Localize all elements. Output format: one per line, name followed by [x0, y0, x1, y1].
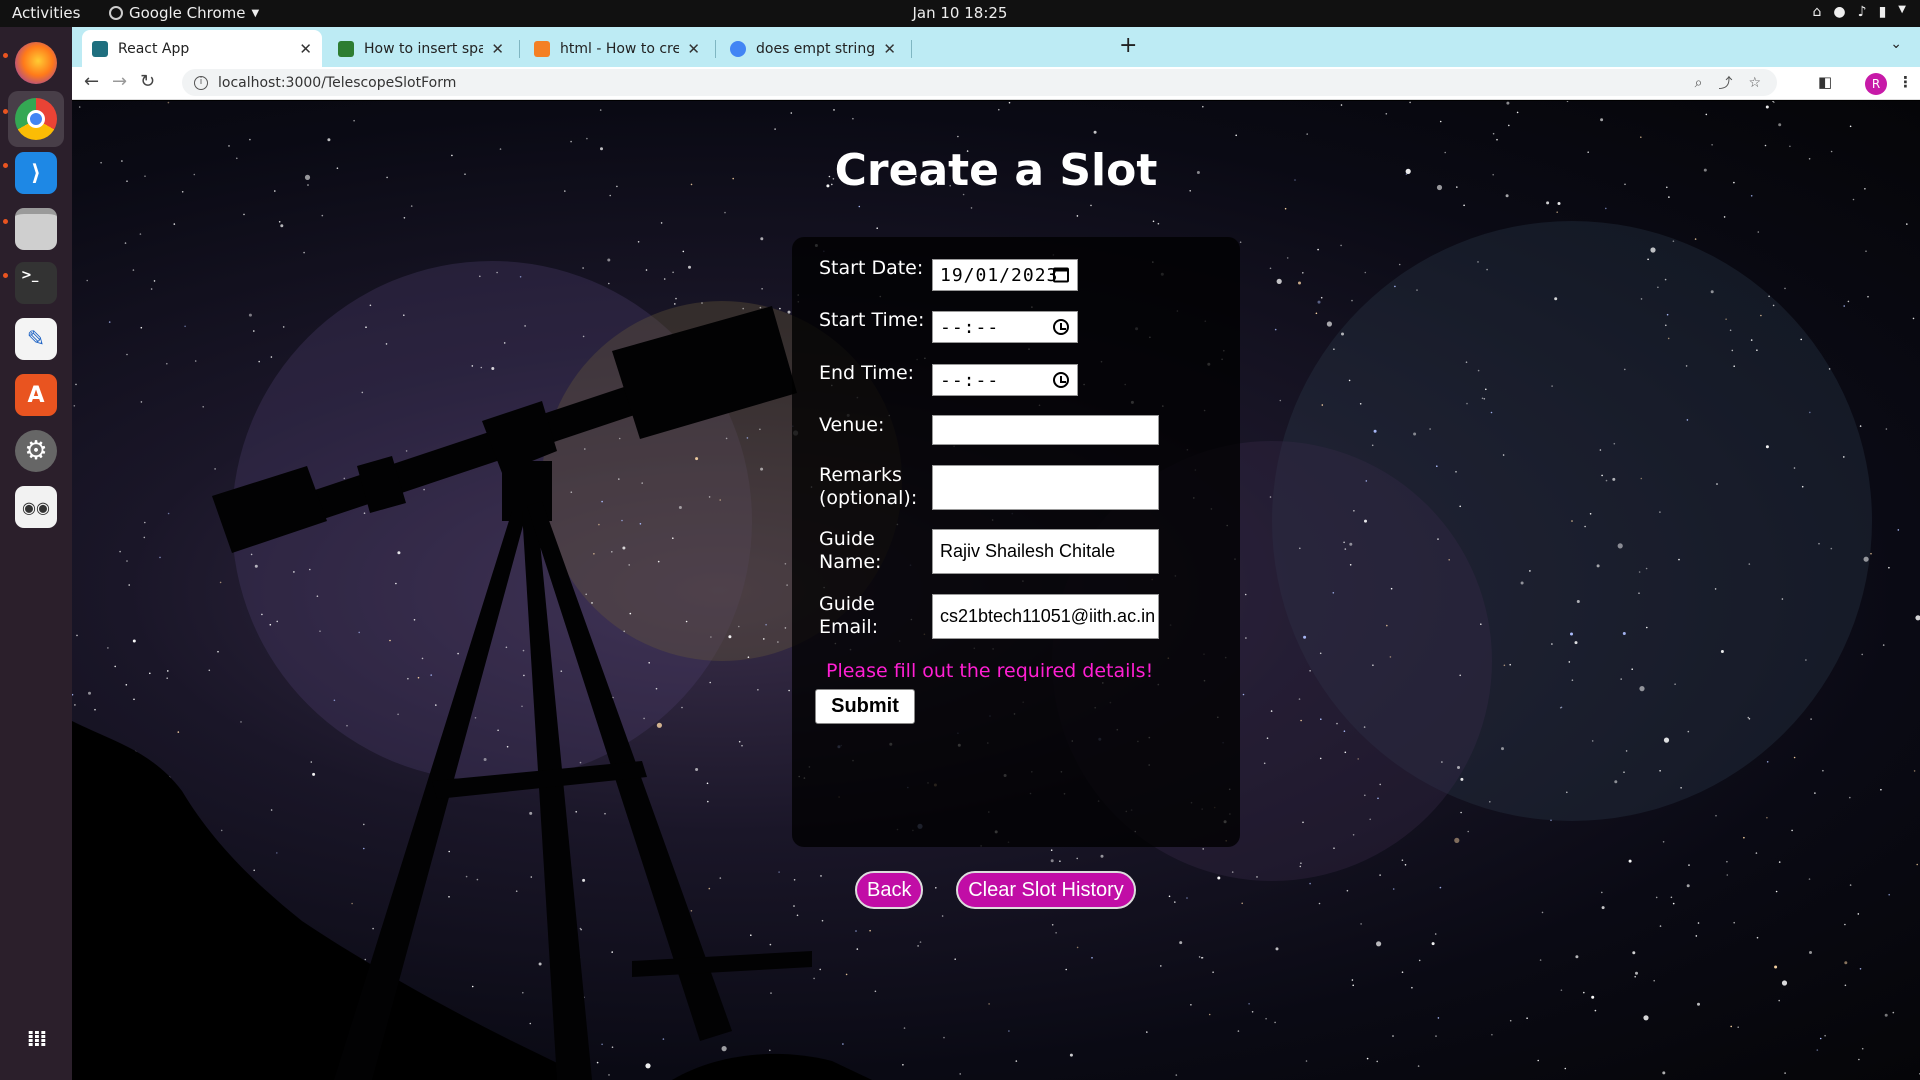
- profile-avatar[interactable]: R: [1865, 73, 1887, 95]
- back-button[interactable]: Back: [855, 871, 923, 909]
- software-center-launcher[interactable]: A: [8, 367, 64, 423]
- guide-name-input[interactable]: Rajiv Shailesh Chitale: [932, 529, 1159, 574]
- venue-input[interactable]: [932, 415, 1159, 445]
- guide-email-value: cs21btech11051@iith.ac.in: [940, 606, 1156, 626]
- close-icon[interactable]: ✕: [883, 40, 896, 58]
- tab-separator: [911, 40, 912, 58]
- system-tray[interactable]: ⌂ ● ♪ ▮ ▼: [1813, 4, 1906, 20]
- settings-icon: ⚙: [15, 430, 57, 472]
- app-menu[interactable]: Google Chrome ▼: [109, 4, 259, 22]
- tab-google-search[interactable]: does empt string act as nu ✕: [720, 30, 906, 67]
- tab-strip: React App ✕ How to insert spaces/tab ✕ h…: [72, 27, 1920, 67]
- app-name: Google Chrome: [129, 4, 246, 22]
- start-date-input[interactable]: 19/01/2023: [932, 259, 1078, 291]
- activities-button[interactable]: Activities: [12, 4, 80, 22]
- react-favicon-icon: [92, 40, 108, 57]
- remarks-label: Remarks (optional):: [819, 464, 918, 509]
- zoom-icon[interactable]: ⌕: [1695, 75, 1703, 91]
- tab-title: How to insert spaces/tab: [364, 40, 484, 57]
- tab-title: React App: [118, 40, 190, 57]
- chrome-launcher[interactable]: [8, 91, 64, 147]
- document-viewer-launcher[interactable]: ◉◉: [8, 479, 64, 535]
- files-icon: [15, 208, 57, 250]
- start-time-input[interactable]: --:--: [932, 311, 1078, 343]
- clock-icon[interactable]: [1053, 372, 1069, 388]
- vscode-launcher[interactable]: ⟩: [8, 145, 64, 201]
- bookmark-star-icon[interactable]: ☆: [1748, 75, 1761, 91]
- new-tab-button[interactable]: +: [1119, 33, 1137, 58]
- close-icon[interactable]: ✕: [687, 40, 700, 58]
- chrome-icon: [15, 98, 57, 140]
- url-text[interactable]: localhost:3000/TelescopeSlotForm: [218, 75, 1695, 91]
- text-editor-launcher[interactable]: ✎: [8, 311, 64, 367]
- tab-title: html - How to create a ma: [560, 40, 680, 57]
- calendar-icon[interactable]: [1053, 267, 1069, 283]
- system-menu-chevron-icon: ▼: [1898, 4, 1906, 15]
- site-info-icon[interactable]: i: [194, 75, 208, 90]
- chevron-down-icon: ▼: [251, 7, 260, 19]
- document-viewer-icon: ◉◉: [15, 486, 57, 528]
- tab-separator: [519, 40, 520, 58]
- start-time-label: Start Time:: [819, 309, 925, 331]
- tab-separator: [715, 40, 716, 58]
- vscode-icon: ⟩: [15, 152, 57, 194]
- network-icon: ⌂: [1812, 4, 1822, 20]
- tab-search-chevron-icon[interactable]: ⌄: [1890, 36, 1902, 52]
- clock[interactable]: Jan 10 18:25: [0, 4, 1920, 22]
- terminal-launcher[interactable]: >_: [8, 255, 64, 311]
- text-editor-icon: ✎: [15, 318, 57, 360]
- page-title: Create a Slot: [834, 145, 1158, 196]
- start-date-label: Start Date:: [819, 257, 924, 279]
- end-time-input[interactable]: --:--: [932, 364, 1078, 396]
- volume-icon: ♪: [1857, 4, 1867, 20]
- settings-launcher[interactable]: ⚙: [8, 423, 64, 479]
- terminal-icon: >_: [15, 262, 57, 304]
- guide-name-value: Rajiv Shailesh Chitale: [940, 541, 1116, 561]
- address-bar[interactable]: i localhost:3000/TelescopeSlotForm ⌕ ⤴ ☆: [182, 69, 1777, 96]
- slot-form: Start Date: 19/01/2023 Start Time: --:--…: [792, 237, 1240, 847]
- browser-toolbar: ← → ↻ i localhost:3000/TelescopeSlotForm…: [72, 67, 1920, 100]
- guide-email-label: Guide Email:: [819, 593, 879, 638]
- app-grid-icon: ⁞⁞⁞: [26, 1026, 47, 1052]
- end-time-label: End Time:: [819, 362, 915, 384]
- start-date-value: 19/01/2023: [940, 264, 1059, 286]
- guide-name-label: Guide Name:: [819, 528, 882, 573]
- dock: ⟩ >_ ✎ A ⚙ ◉◉ ⁞⁞⁞: [0, 27, 72, 1080]
- back-arrow-icon[interactable]: ←: [84, 71, 99, 92]
- stackoverflow-favicon-icon: [534, 40, 550, 57]
- tab-react-app[interactable]: React App ✕: [82, 30, 322, 67]
- remarks-input[interactable]: [932, 465, 1159, 510]
- error-message: Please fill out the required details!: [826, 660, 1154, 682]
- share-icon[interactable]: ⤴: [1718, 73, 1732, 93]
- site-favicon-icon: [338, 40, 354, 57]
- firefox-launcher[interactable]: [8, 35, 64, 91]
- close-icon[interactable]: ✕: [299, 40, 312, 58]
- clock-icon[interactable]: [1053, 319, 1069, 335]
- clear-slot-history-button[interactable]: Clear Slot History: [956, 871, 1136, 909]
- chrome-app-icon: [109, 6, 123, 20]
- show-applications-button[interactable]: ⁞⁞⁞: [8, 1011, 64, 1067]
- forward-arrow-icon[interactable]: →: [112, 71, 127, 92]
- side-panel-icon[interactable]: ◧: [1818, 73, 1832, 91]
- venue-label: Venue:: [819, 414, 885, 436]
- microphone-icon: ●: [1833, 4, 1846, 20]
- tab-how-to-insert[interactable]: How to insert spaces/tab ✕: [328, 30, 514, 67]
- google-favicon-icon: [730, 40, 746, 57]
- kebab-menu-icon[interactable]: ⋮: [1898, 73, 1913, 91]
- battery-icon: ▮: [1878, 4, 1887, 20]
- software-center-icon: A: [15, 374, 57, 416]
- firefox-icon: [15, 42, 57, 84]
- end-time-value: --:--: [940, 369, 1000, 391]
- submit-button[interactable]: Submit: [815, 689, 915, 724]
- system-top-bar: Activities Google Chrome ▼ Jan 10 18:25 …: [0, 0, 1920, 27]
- close-icon[interactable]: ✕: [491, 40, 504, 58]
- tab-title: does empt string act as nu: [756, 40, 876, 57]
- guide-email-input[interactable]: cs21btech11051@iith.ac.in: [932, 594, 1159, 639]
- tab-html-how-to-create[interactable]: html - How to create a ma ✕: [524, 30, 710, 67]
- files-launcher[interactable]: [8, 201, 64, 257]
- page-content: Create a Slot Start Date: 19/01/2023 Sta…: [72, 101, 1920, 1080]
- start-time-value: --:--: [940, 316, 1000, 338]
- reload-icon[interactable]: ↻: [140, 71, 155, 92]
